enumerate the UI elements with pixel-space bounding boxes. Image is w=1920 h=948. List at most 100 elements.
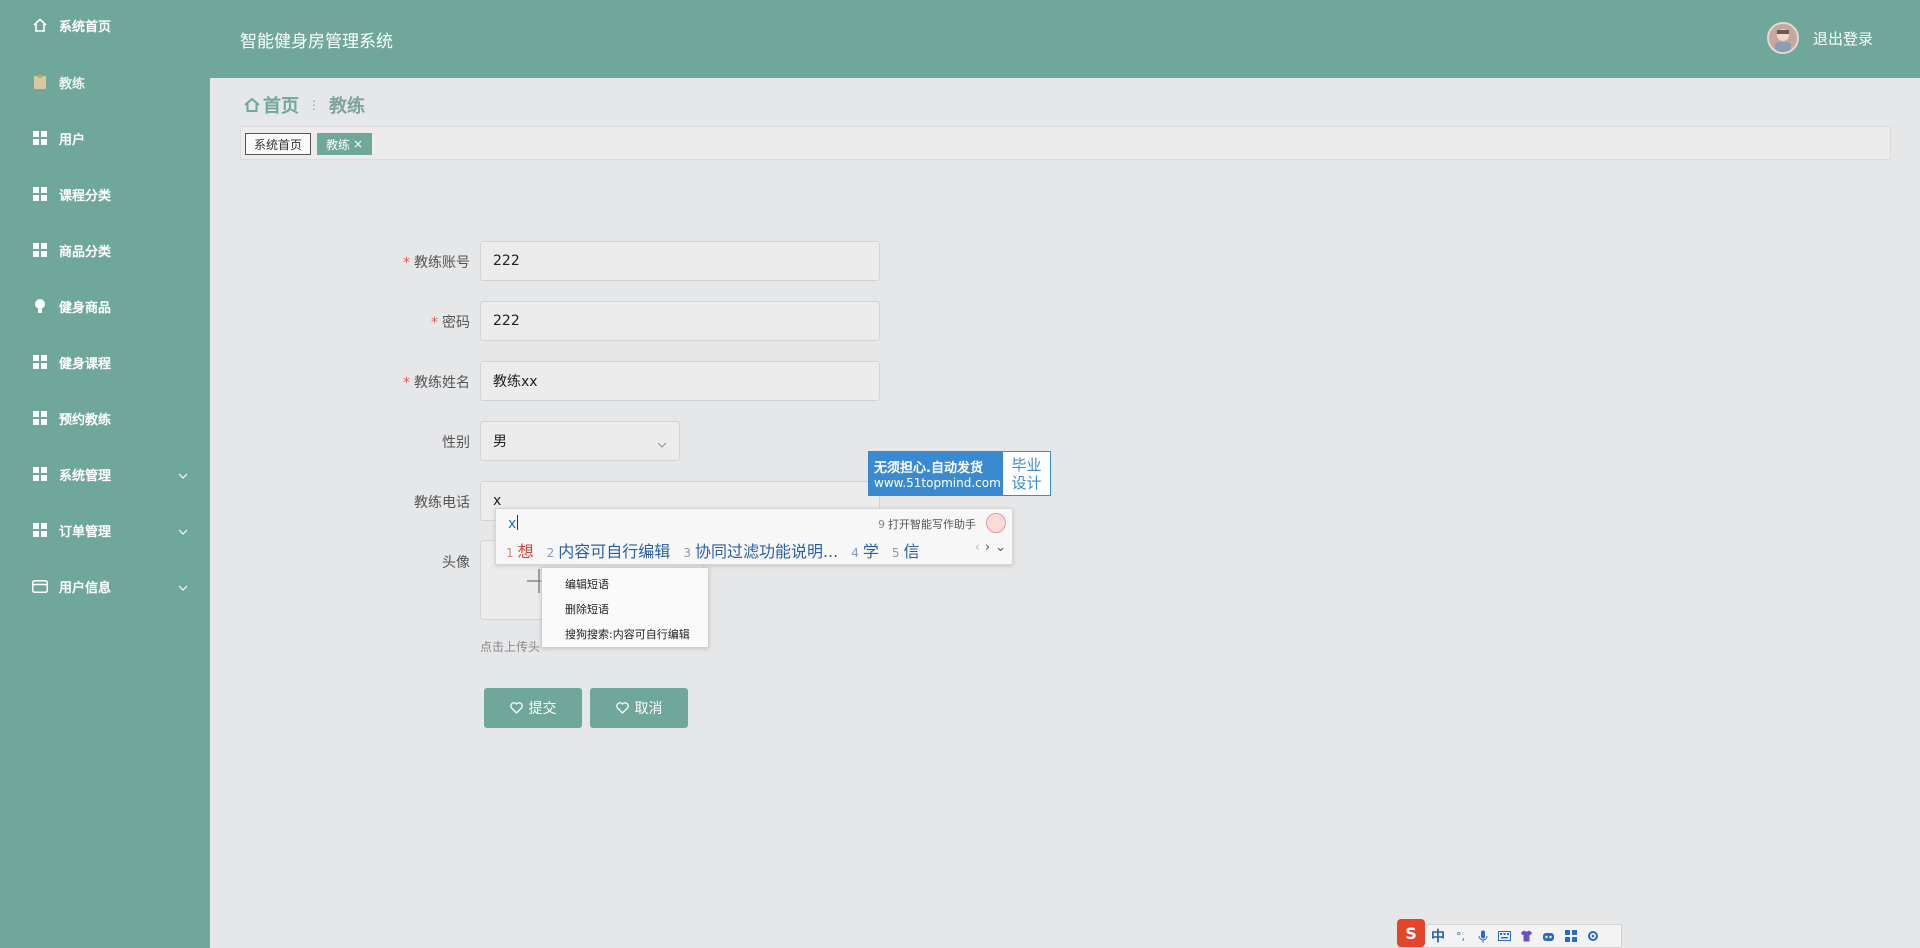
ime-candidate[interactable]: 1想 bbox=[506, 538, 534, 562]
assistant-icon[interactable] bbox=[986, 513, 1006, 533]
home-icon bbox=[32, 17, 48, 33]
tag-coach[interactable]: 教练 × bbox=[317, 133, 373, 155]
ime-candidate[interactable]: 4学 bbox=[851, 538, 879, 562]
close-icon[interactable]: × bbox=[353, 137, 363, 151]
breadcrumb-home-label: 首页 bbox=[263, 96, 299, 117]
ad-line1: 无须担心.自动发货 bbox=[874, 461, 983, 476]
password-input[interactable]: 222 bbox=[480, 301, 880, 341]
breadcrumb-current: 教练 bbox=[329, 96, 365, 117]
chevron-down-icon bbox=[178, 468, 188, 483]
sidebar-item-course-category[interactable]: 课程分类 bbox=[0, 176, 210, 212]
chevron-down-icon[interactable]: ⌄ bbox=[995, 540, 1006, 555]
required-mark: * bbox=[403, 375, 410, 391]
ime-punctuation-toggle[interactable]: °, bbox=[1454, 930, 1467, 943]
chevron-down-icon bbox=[178, 524, 188, 539]
sidebar-item-system[interactable]: 系统管理 bbox=[0, 456, 210, 492]
logout-button[interactable]: 退出登录 bbox=[1813, 28, 1873, 49]
sidebar-item-goods-category[interactable]: 商品分类 bbox=[0, 232, 210, 268]
phone-label: 教练电话 bbox=[414, 495, 470, 511]
ad-left: 无须担心.自动发货 www.51topmind.com bbox=[869, 452, 1003, 495]
ime-typed: x bbox=[508, 515, 519, 532]
sidebar-item-label: 教练 bbox=[59, 76, 86, 92]
chevron-right-icon[interactable]: › bbox=[985, 540, 990, 555]
chevron-down-icon bbox=[178, 580, 188, 595]
sidebar-item-users[interactable]: 用户 bbox=[0, 120, 210, 156]
upload-hint: 点击上传头 bbox=[480, 640, 541, 654]
sidebar-item-label: 用户 bbox=[59, 132, 86, 148]
name-label: * 教练姓名 bbox=[403, 375, 470, 391]
grid-icon bbox=[32, 522, 48, 538]
sidebar-item-label: 用户信息 bbox=[59, 580, 112, 596]
breadcrumb: 首页 ⋮ 教练 bbox=[243, 92, 365, 118]
ime-candidate[interactable]: 5信 bbox=[892, 538, 920, 562]
sidebar-item-label: 系统首页 bbox=[59, 19, 112, 35]
chevron-down-icon bbox=[657, 436, 667, 452]
sidebar-item-home[interactable]: 系统首页 bbox=[0, 7, 210, 43]
sidebar-item-user-info[interactable]: 用户信息 bbox=[0, 568, 210, 604]
ad-right2: 设计 bbox=[1011, 473, 1042, 492]
cancel-button[interactable]: 取消 bbox=[590, 688, 688, 728]
ime-nav: ‹ › ⌄ bbox=[970, 540, 1006, 555]
ad-right: 毕业 设计 bbox=[1003, 452, 1050, 495]
sidebar-item-fitness-goods[interactable]: 健身商品 bbox=[0, 288, 210, 324]
app-title: 智能健身房管理系统 bbox=[240, 32, 393, 52]
sidebar-item-label: 系统管理 bbox=[59, 468, 112, 484]
grid-icon bbox=[32, 186, 48, 202]
required-mark: * bbox=[431, 315, 438, 331]
sidebar-item-label: 预约教练 bbox=[59, 412, 112, 428]
sidebar-item-orders[interactable]: 订单管理 bbox=[0, 512, 210, 548]
tags-bar: 系统首页 教练 × bbox=[240, 126, 1891, 160]
shirt-icon[interactable] bbox=[1520, 930, 1533, 943]
sidebar-item-fitness-course[interactable]: 健身课程 bbox=[0, 344, 210, 380]
sidebar-item-label: 课程分类 bbox=[59, 188, 112, 204]
sidebar-item-label: 商品分类 bbox=[59, 244, 112, 260]
bulb-icon bbox=[32, 298, 48, 314]
ime-candidate-window: x 9 打开智能写作助手 1想 2 内容可自行编辑 3 协同过滤功能说明... 4学 … bbox=[495, 508, 1013, 565]
sidebar-item-coach[interactable]: 教练 bbox=[0, 64, 210, 100]
tag-label: 系统首页 bbox=[254, 137, 303, 152]
required-mark: * bbox=[403, 255, 410, 271]
gender-select[interactable]: 男 bbox=[480, 421, 680, 461]
chevron-left-icon[interactable]: ‹ bbox=[975, 540, 980, 555]
ime-context-menu: 编辑短语 删除短语 搜狗搜索:内容可自行编辑 bbox=[541, 567, 709, 648]
tag-label: 教练 bbox=[326, 137, 351, 152]
menu-item-sogou-search[interactable]: 搜狗搜索:内容可自行编辑 bbox=[565, 626, 690, 642]
sidebar-item-booking[interactable]: 预约教练 bbox=[0, 400, 210, 436]
ime-candidates: 1想 2 内容可自行编辑 3 协同过滤功能说明... 4学 5信 bbox=[506, 538, 933, 562]
ad-right1: 毕业 bbox=[1011, 455, 1042, 474]
password-label: * 密码 bbox=[431, 315, 470, 331]
submit-button[interactable]: 提交 bbox=[484, 688, 582, 728]
account-input[interactable]: 222 bbox=[480, 241, 880, 281]
sidebar-item-label: 健身商品 bbox=[59, 300, 112, 316]
ime-language-toggle[interactable]: 中 bbox=[1431, 926, 1445, 946]
grid-icon bbox=[32, 242, 48, 258]
sogou-logo[interactable]: S bbox=[1397, 919, 1425, 947]
grid-icon bbox=[32, 410, 48, 426]
settings-icon[interactable] bbox=[1586, 930, 1599, 943]
grid-icon bbox=[32, 466, 48, 482]
sidebar-item-label: 订单管理 bbox=[59, 524, 112, 540]
avatar[interactable] bbox=[1767, 22, 1799, 54]
ime-candidate[interactable]: 3 协同过滤功能说明... bbox=[683, 538, 838, 562]
home-icon bbox=[244, 97, 260, 112]
account-label: * 教练账号 bbox=[403, 255, 470, 271]
apps-icon[interactable] bbox=[1564, 930, 1577, 943]
ime-candidate[interactable]: 2 内容可自行编辑 bbox=[547, 538, 671, 562]
robot-icon[interactable] bbox=[1542, 930, 1555, 943]
heart-icon bbox=[509, 702, 523, 714]
ime-toolbar: S 中 °, bbox=[1397, 919, 1622, 948]
microphone-icon[interactable] bbox=[1476, 930, 1489, 943]
breadcrumb-home[interactable]: 首页 bbox=[243, 92, 299, 118]
ad-banner[interactable]: 无须担心.自动发货 www.51topmind.com 毕业 设计 bbox=[868, 451, 1051, 496]
grid-icon bbox=[32, 354, 48, 370]
name-input[interactable]: 教练xx bbox=[480, 361, 880, 401]
menu-item-edit-phrase[interactable]: 编辑短语 bbox=[565, 576, 609, 592]
top-header: 智能健身房管理系统 退出登录 bbox=[210, 0, 1920, 78]
heart-icon bbox=[615, 702, 629, 714]
grid-icon bbox=[32, 130, 48, 146]
tag-home[interactable]: 系统首页 bbox=[245, 133, 312, 155]
breadcrumb-separator: ⋮ bbox=[308, 98, 320, 112]
keyboard-icon[interactable] bbox=[1498, 930, 1511, 943]
menu-item-delete-phrase[interactable]: 删除短语 bbox=[565, 601, 609, 617]
ime-assist[interactable]: 9 打开智能写作助手 bbox=[878, 516, 976, 532]
